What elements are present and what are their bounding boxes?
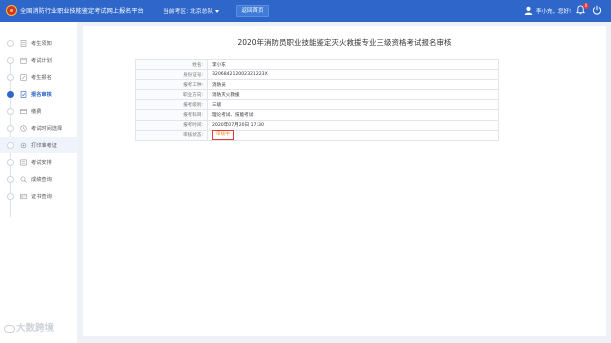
- step-dot: [7, 74, 14, 81]
- fire-emblem-logo: [6, 5, 17, 16]
- field-value: 消防员: [207, 79, 499, 91]
- field-value: 李小东: [207, 58, 499, 71]
- step-dot: [7, 125, 14, 132]
- sidebar-item-label: 考试安排: [31, 160, 52, 166]
- watermark: 大数跨境: [4, 320, 54, 334]
- main-content-card: 2020年消防员职业技能鉴定灭火救援专业三级资格考试报名审核 姓名: 李小东 身份…: [83, 26, 606, 336]
- sidebar-item-label: 考试时间选择: [31, 126, 63, 132]
- power-icon[interactable]: [592, 5, 602, 15]
- watermark-logo-icon: [4, 324, 15, 333]
- clock-icon: [20, 125, 27, 132]
- sidebar-item-label: 成绩查询: [31, 177, 52, 183]
- sidebar-item-label: 考生须知: [31, 41, 52, 47]
- field-label: 身份证号:: [135, 69, 208, 81]
- field-label: 报考时间:: [135, 119, 208, 131]
- home-button[interactable]: 返回首页: [236, 5, 269, 17]
- sidebar-item-label: 打印准考证: [31, 143, 57, 149]
- step-dot: [7, 142, 14, 149]
- step-dot: [7, 57, 14, 64]
- field-value: 2020年07月20日 17:30: [207, 119, 499, 131]
- settings-icon: [20, 142, 27, 149]
- sidebar-item-review[interactable]: 报名审核: [0, 86, 77, 102]
- edit-icon: [20, 74, 27, 81]
- schedule-icon: [20, 159, 27, 166]
- sidebar-item-score-query[interactable]: 成绩查询: [0, 171, 77, 187]
- sidebar-item-label: 证书查询: [31, 194, 52, 200]
- field-label: 报考科目:: [135, 109, 208, 121]
- app-title: 全国消防行业职业技能鉴定考试网上报名平台: [20, 8, 144, 15]
- search-icon: [20, 176, 27, 183]
- user-icon: [524, 6, 533, 15]
- sidebar-item-payment[interactable]: 缴费: [0, 103, 77, 119]
- calendar-icon: [20, 57, 27, 64]
- field-label: 姓名:: [135, 58, 208, 71]
- field-value: 三级: [207, 99, 499, 111]
- field-label: 职业方向:: [135, 89, 208, 101]
- notification-badge: 0: [583, 3, 589, 9]
- region-selector[interactable]: 当前考区: 北京总队: [163, 6, 220, 15]
- sidebar-item-print-ticket[interactable]: 打印准考证: [0, 137, 77, 153]
- top-bar: 全国消防行业职业技能鉴定考试网上报名平台 当前考区: 北京总队 返回首页 李小充…: [0, 0, 611, 22]
- certificate-icon: [20, 193, 27, 200]
- step-dot: [7, 193, 14, 200]
- table-row: 职业方向: 消防灭火救援: [135, 89, 499, 101]
- sidebar-item-register[interactable]: 考生报名: [0, 69, 77, 85]
- step-dot: [7, 108, 14, 115]
- field-label: 报考工种:: [135, 79, 208, 91]
- field-value: 320684212002321223X: [207, 69, 499, 81]
- sidebar-item-label: 考试计划: [31, 58, 52, 64]
- sidebar-item-label: 缴费: [31, 109, 42, 115]
- user-greeting[interactable]: 李小充，您好!: [536, 7, 571, 15]
- step-dot-active: [7, 91, 14, 98]
- table-row: 报考时间: 2020年07月20日 17:30: [135, 119, 499, 131]
- payment-icon: [20, 109, 27, 114]
- sidebar-item-notice[interactable]: 考生须知: [0, 35, 77, 51]
- table-row: 审核状态: 审核中: [135, 129, 499, 141]
- status-label: 审核状态:: [135, 129, 208, 141]
- region-label: 当前考区: 北京总队: [163, 9, 214, 15]
- step-dot: [7, 159, 14, 166]
- step-dot: [7, 40, 14, 47]
- sidebar-item-exam-schedule[interactable]: 考试安排: [0, 154, 77, 170]
- sidebar-item-exam-plan[interactable]: 考试计划: [0, 52, 77, 68]
- step-dot: [7, 176, 14, 183]
- watermark-text: 大数跨境: [16, 323, 55, 334]
- page-title: 2020年消防员职业技能鉴定灭火救援专业三级资格考试报名审核: [237, 38, 452, 47]
- status-cell: 审核中: [207, 129, 499, 141]
- table-row: 报考工种: 消防员: [135, 79, 499, 91]
- field-label: 报考级别:: [135, 99, 208, 111]
- sidebar-item-label: 考生报名: [31, 75, 52, 81]
- table-row: 报考科目: 理论考试、技能考试: [135, 109, 499, 121]
- sidebar-item-label: 报名审核: [31, 92, 52, 98]
- field-value: 理论考试、技能考试: [207, 109, 499, 121]
- sidebar-item-certificate-query[interactable]: 证书查询: [0, 188, 77, 204]
- chevron-down-icon: [215, 10, 220, 13]
- table-row: 报考级别: 三级: [135, 99, 499, 111]
- table-row: 身份证号: 320684212002321223X: [135, 69, 499, 81]
- review-status-badge: 审核中: [212, 129, 234, 140]
- registration-info-table: 姓名: 李小东 身份证号: 320684212002321223X 报考工种: 消防员…: [135, 58, 499, 141]
- sidebar-item-time-select[interactable]: 考试时间选择: [0, 120, 77, 136]
- table-row: 姓名: 李小东: [135, 58, 499, 71]
- field-value: 消防灭火救援: [207, 89, 499, 101]
- document-icon: [20, 40, 27, 47]
- sidebar: 考生须知 考试计划 考生报名 报名审核 缴费 考试时间选择 打印准考证 考试安排: [0, 22, 77, 343]
- review-icon: [20, 91, 27, 98]
